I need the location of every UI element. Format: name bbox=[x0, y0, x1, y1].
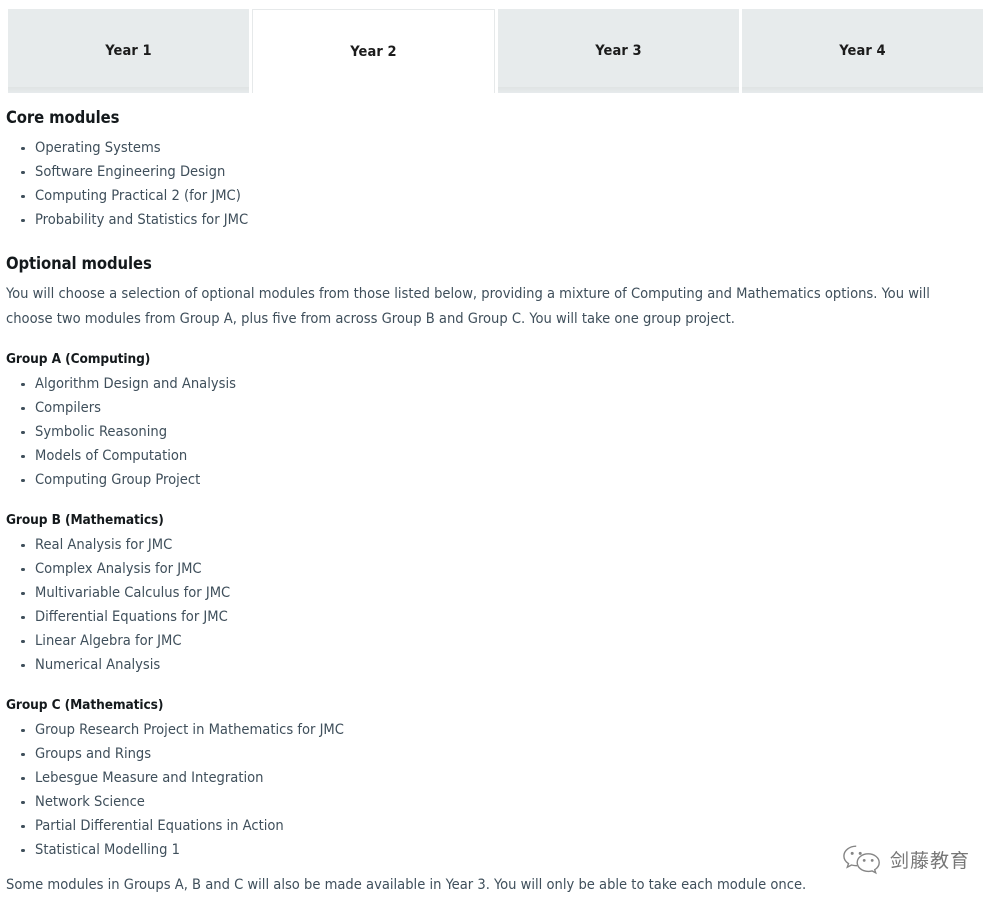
group-b-heading: Group B (Mathematics) bbox=[6, 512, 164, 528]
list-item: Linear Algebra for JMC bbox=[6, 629, 974, 653]
list-item: Statistical Modelling 1 bbox=[6, 838, 974, 862]
group-c-list: Group Research Project in Mathematics fo… bbox=[6, 718, 974, 862]
tab-year-1-label: Year 1 bbox=[105, 43, 152, 59]
list-item: Compilers bbox=[6, 396, 974, 420]
group-a-heading: Group A (Computing) bbox=[6, 351, 151, 367]
list-item: Lebesgue Measure and Integration bbox=[6, 766, 974, 790]
list-item: Computing Group Project bbox=[6, 468, 974, 492]
tab-year-3-label: Year 3 bbox=[595, 43, 642, 59]
list-item: Symbolic Reasoning bbox=[6, 420, 974, 444]
group-b-list: Real Analysis for JMC Complex Analysis f… bbox=[6, 533, 974, 677]
list-item: Differential Equations for JMC bbox=[6, 605, 974, 629]
tab-year-2[interactable]: Year 2 bbox=[252, 9, 495, 93]
list-item: Algorithm Design and Analysis bbox=[6, 372, 974, 396]
wechat-icon bbox=[841, 843, 883, 875]
list-item: Probability and Statistics for JMC bbox=[6, 208, 974, 232]
tab-year-4[interactable]: Year 4 bbox=[742, 9, 983, 93]
list-item: Partial Differential Equations in Action bbox=[6, 814, 974, 838]
group-a-list: Algorithm Design and Analysis Compilers … bbox=[6, 372, 974, 492]
list-item: Network Science bbox=[6, 790, 974, 814]
list-item: Numerical Analysis bbox=[6, 653, 974, 677]
tab-year-1[interactable]: Year 1 bbox=[8, 9, 249, 93]
watermark-text: 剑藤教育 bbox=[889, 849, 970, 872]
tab-year-2-label: Year 2 bbox=[350, 43, 397, 60]
list-item: Groups and Rings bbox=[6, 742, 974, 766]
optional-modules-intro: You will choose a selection of optional … bbox=[6, 285, 930, 327]
tab-year-3[interactable]: Year 3 bbox=[498, 9, 739, 93]
group-c-heading: Group C (Mathematics) bbox=[6, 697, 164, 713]
year-2-panel: Core modules Operating Systems Software … bbox=[6, 108, 974, 862]
list-item: Real Analysis for JMC bbox=[6, 533, 974, 557]
list-item: Models of Computation bbox=[6, 444, 974, 468]
list-item: Complex Analysis for JMC bbox=[6, 557, 974, 581]
core-modules-heading: Core modules bbox=[6, 108, 120, 127]
list-item: Group Research Project in Mathematics fo… bbox=[6, 718, 974, 742]
list-item: Operating Systems bbox=[6, 136, 974, 160]
footer-note: Some modules in Groups A, B and C will a… bbox=[6, 876, 807, 893]
tab-year-4-label: Year 4 bbox=[839, 43, 886, 59]
optional-modules-heading: Optional modules bbox=[6, 254, 152, 273]
watermark: 剑藤教育 bbox=[841, 843, 970, 875]
list-item: Software Engineering Design bbox=[6, 160, 974, 184]
year-tabs: Year 1 Year 2 Year 3 Year 4 bbox=[8, 9, 983, 93]
list-item: Multivariable Calculus for JMC bbox=[6, 581, 974, 605]
list-item: Computing Practical 2 (for JMC) bbox=[6, 184, 974, 208]
core-modules-list: Operating Systems Software Engineering D… bbox=[6, 136, 974, 232]
